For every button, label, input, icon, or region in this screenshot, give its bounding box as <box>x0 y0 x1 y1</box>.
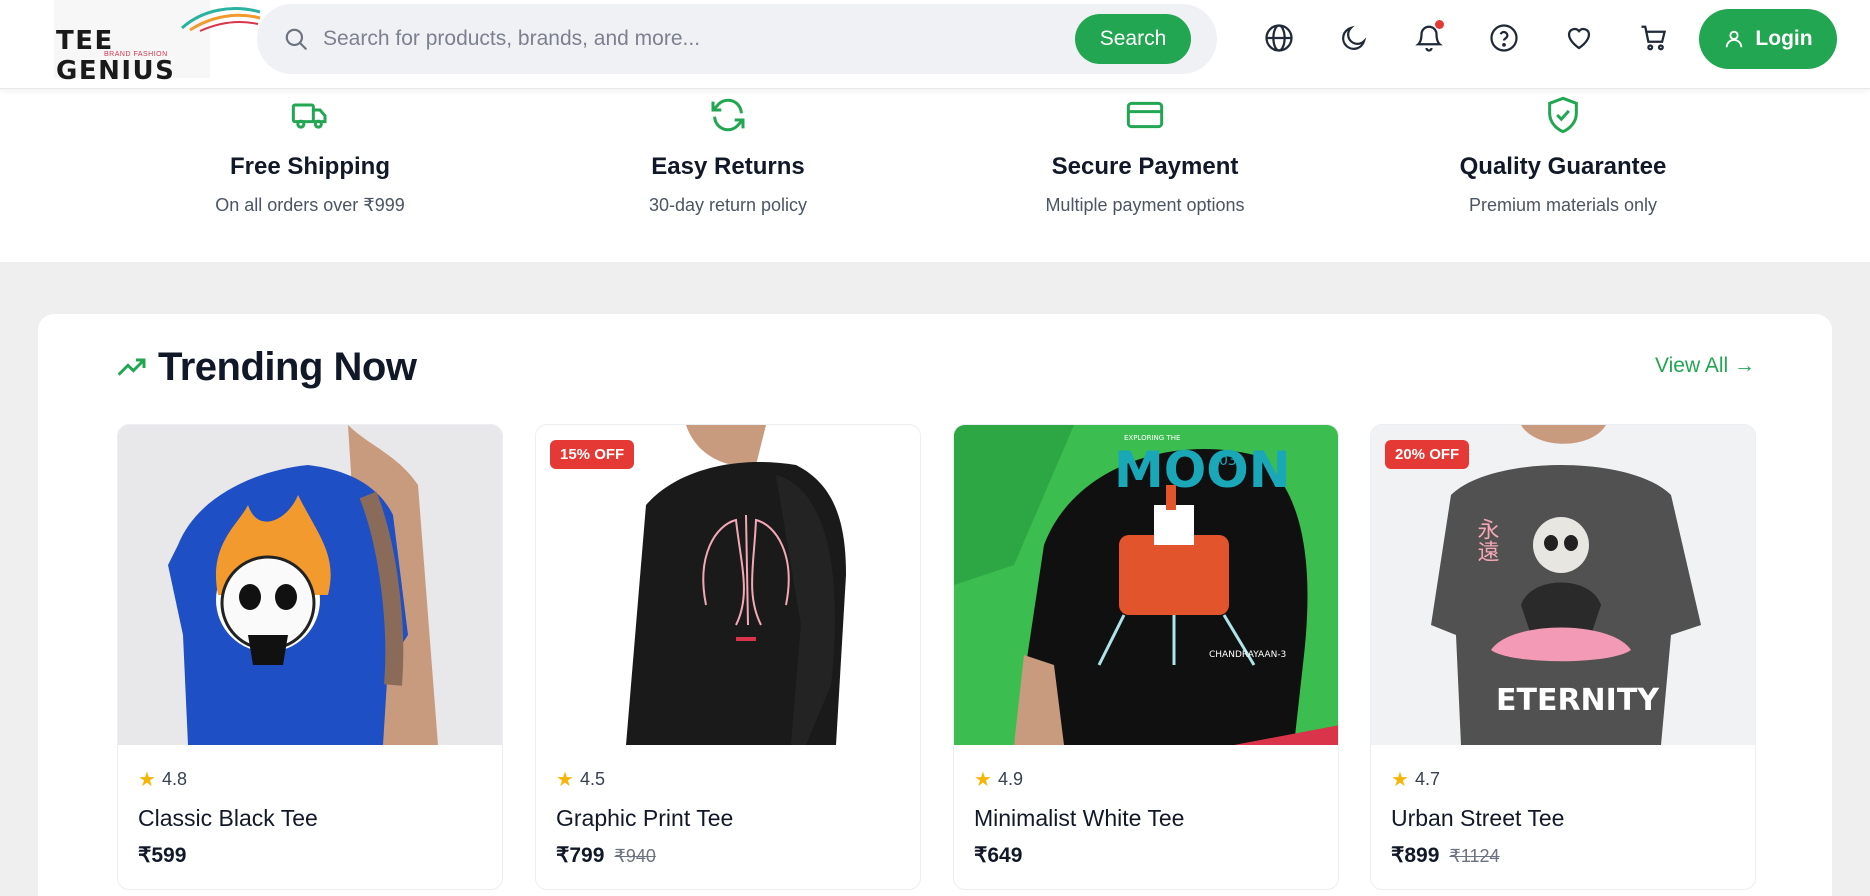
brand-logo[interactable]: TEE GENIUS BRAND FASHION <box>54 0 261 86</box>
product-image[interactable]: EXPLORING THE MOON 03 CHANDRAYAAN-3 <box>954 425 1338 745</box>
rating-value: 4.9 <box>997 769 1023 789</box>
current-price: ₹799 <box>556 844 605 867</box>
top-header: TEE GENIUS BRAND FASHION Search Login <box>0 0 1870 89</box>
section-title: Trending Now <box>158 345 417 389</box>
feature-desc: On all orders over ₹999 <box>215 195 405 215</box>
original-price: ₹1124 <box>1449 846 1500 866</box>
current-price: ₹599 <box>138 844 187 867</box>
help-icon[interactable] <box>1486 20 1522 56</box>
truck-icon <box>288 93 332 137</box>
trending-header: Trending Now <box>116 345 417 390</box>
rating-value: 4.8 <box>161 769 187 789</box>
image-text-kanji: 永遠 <box>1474 518 1500 562</box>
cart-icon[interactable] <box>1636 20 1672 56</box>
search-icon <box>285 28 307 50</box>
product-name[interactable]: Graphic Print Tee <box>556 805 733 832</box>
feature-desc: Multiple payment options <box>1045 195 1245 215</box>
feature-secure-payment: Secure Payment Multiple payment options <box>975 89 1315 216</box>
star-icon: ★ <box>138 769 156 791</box>
search-button[interactable]: Search <box>1075 14 1191 64</box>
product-card[interactable]: 15% OFF ★ 4.5 Graphic Print Tee ₹799 ₹94… <box>535 424 921 890</box>
view-all-link[interactable]: View All → <box>1655 354 1755 378</box>
shield-check-icon <box>1541 93 1585 137</box>
feature-quality-guarantee: Quality Guarantee Premium materials only <box>1393 89 1733 216</box>
product-card[interactable]: ★ 4.8 Classic Black Tee ₹599 <box>117 424 503 890</box>
product-image[interactable] <box>118 425 502 745</box>
product-rating: ★ 4.8 <box>138 767 187 792</box>
logo-subtitle: BRAND FASHION <box>104 51 168 58</box>
star-icon: ★ <box>1391 769 1409 791</box>
product-price: ₹799 ₹940 <box>556 843 656 868</box>
rating-value: 4.5 <box>579 769 605 789</box>
rating-value: 4.7 <box>1414 769 1440 789</box>
product-price: ₹599 <box>138 843 186 868</box>
product-card[interactable]: EXPLORING THE MOON 03 CHANDRAYAAN-3 ★ 4.… <box>953 424 1339 890</box>
login-label: Login <box>1755 27 1813 50</box>
product-name[interactable]: Classic Black Tee <box>138 805 318 832</box>
trending-up-icon <box>117 358 146 376</box>
current-price: ₹899 <box>1391 844 1440 867</box>
login-button[interactable]: Login <box>1699 9 1837 69</box>
feature-title: Secure Payment <box>1051 153 1239 180</box>
image-text-moon: MOON <box>1114 441 1291 499</box>
feature-title: Quality Guarantee <box>1459 153 1667 180</box>
moon-icon[interactable] <box>1336 20 1372 56</box>
product-rating: ★ 4.9 <box>974 767 1023 792</box>
notification-dot <box>1435 20 1444 29</box>
product-image[interactable]: 永遠 ETERNITY <box>1371 425 1755 745</box>
feature-desc: Premium materials only <box>1468 195 1658 215</box>
feature-title: Free Shipping <box>229 153 390 180</box>
star-icon: ★ <box>556 769 574 791</box>
product-image[interactable] <box>536 425 920 745</box>
product-price: ₹649 <box>974 843 1022 868</box>
image-text-num: 03 <box>1219 453 1237 469</box>
star-icon: ★ <box>974 769 992 791</box>
product-card[interactable]: 永遠 ETERNITY 20% OFF ★ 4.7 Urban Street T… <box>1370 424 1756 890</box>
product-name[interactable]: Urban Street Tee <box>1391 805 1564 832</box>
image-text-eternity: ETERNITY <box>1496 683 1660 718</box>
feature-free-shipping: Free Shipping On all orders over ₹999 <box>140 89 480 216</box>
discount-badge: 20% OFF <box>1385 440 1470 469</box>
globe-icon[interactable] <box>1261 20 1297 56</box>
heart-icon[interactable] <box>1561 20 1597 56</box>
user-icon <box>1726 30 1743 48</box>
product-rating: ★ 4.7 <box>1391 767 1440 792</box>
feature-title: Easy Returns <box>651 153 805 180</box>
feature-desc: 30-day return policy <box>648 195 808 215</box>
product-rating: ★ 4.5 <box>556 767 605 792</box>
credit-card-icon <box>1123 93 1167 137</box>
feature-easy-returns: Easy Returns 30-day return policy <box>558 89 898 216</box>
features-bar: Free Shipping On all orders over ₹999 Ea… <box>0 89 1870 262</box>
current-price: ₹649 <box>974 844 1023 867</box>
search-bar: Search <box>257 4 1217 74</box>
refresh-icon <box>706 93 750 137</box>
product-price: ₹899 ₹1124 <box>1391 843 1500 868</box>
bell-icon[interactable] <box>1411 20 1447 56</box>
search-input[interactable] <box>323 22 1023 56</box>
image-text-caption: CHANDRAYAAN-3 <box>1209 650 1286 660</box>
product-name[interactable]: Minimalist White Tee <box>974 805 1184 832</box>
original-price: ₹940 <box>614 846 656 866</box>
discount-badge: 15% OFF <box>550 440 635 469</box>
